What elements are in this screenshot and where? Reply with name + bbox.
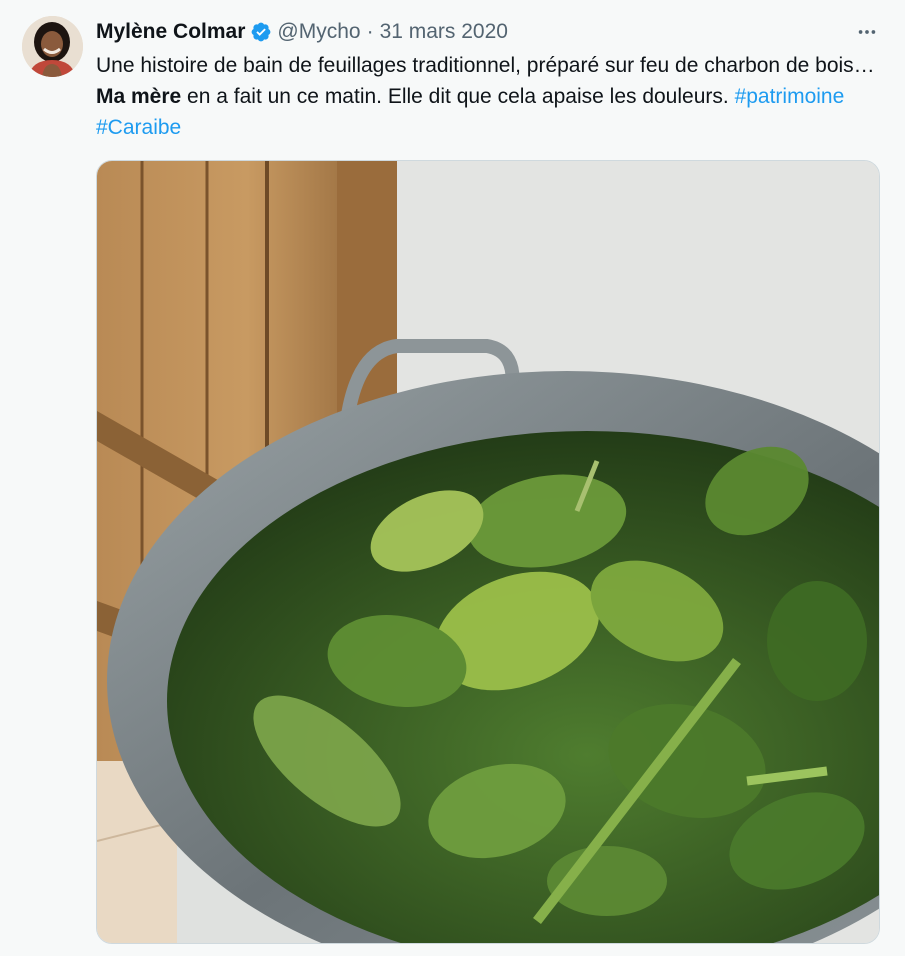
hashtag-patrimoine[interactable]: #patrimoine bbox=[735, 85, 845, 108]
tweet-text-part1: Une histoire de bain de feuillages tradi… bbox=[96, 54, 875, 77]
leaf-bath-pot-image bbox=[97, 161, 879, 943]
verified-badge-icon bbox=[251, 22, 271, 42]
separator-dot: · bbox=[366, 20, 374, 43]
tweet-text: Une histoire de bain de feuillages tradi… bbox=[96, 50, 876, 143]
tweet-header: Mylène Colmar @Mycho · 31 mars 2020 bbox=[96, 18, 508, 46]
author-handle[interactable]: @Mycho bbox=[277, 20, 360, 44]
more-dots-icon bbox=[858, 30, 876, 34]
hashtag-caraibe[interactable]: #Caraibe bbox=[96, 116, 181, 139]
tweet-text-bold: Ma mère bbox=[96, 85, 182, 108]
avatar[interactable] bbox=[22, 16, 83, 77]
more-options-icon[interactable] bbox=[853, 18, 881, 46]
author-name[interactable]: Mylène Colmar bbox=[96, 20, 245, 44]
tweet-photo[interactable] bbox=[96, 160, 880, 944]
tweet-text-part2: en a fait un ce matin. Elle dit que cela… bbox=[181, 85, 735, 108]
tweet-date[interactable]: 31 mars 2020 bbox=[380, 20, 508, 44]
tweet[interactable]: Mylène Colmar @Mycho · 31 mars 2020 Une … bbox=[0, 0, 905, 956]
